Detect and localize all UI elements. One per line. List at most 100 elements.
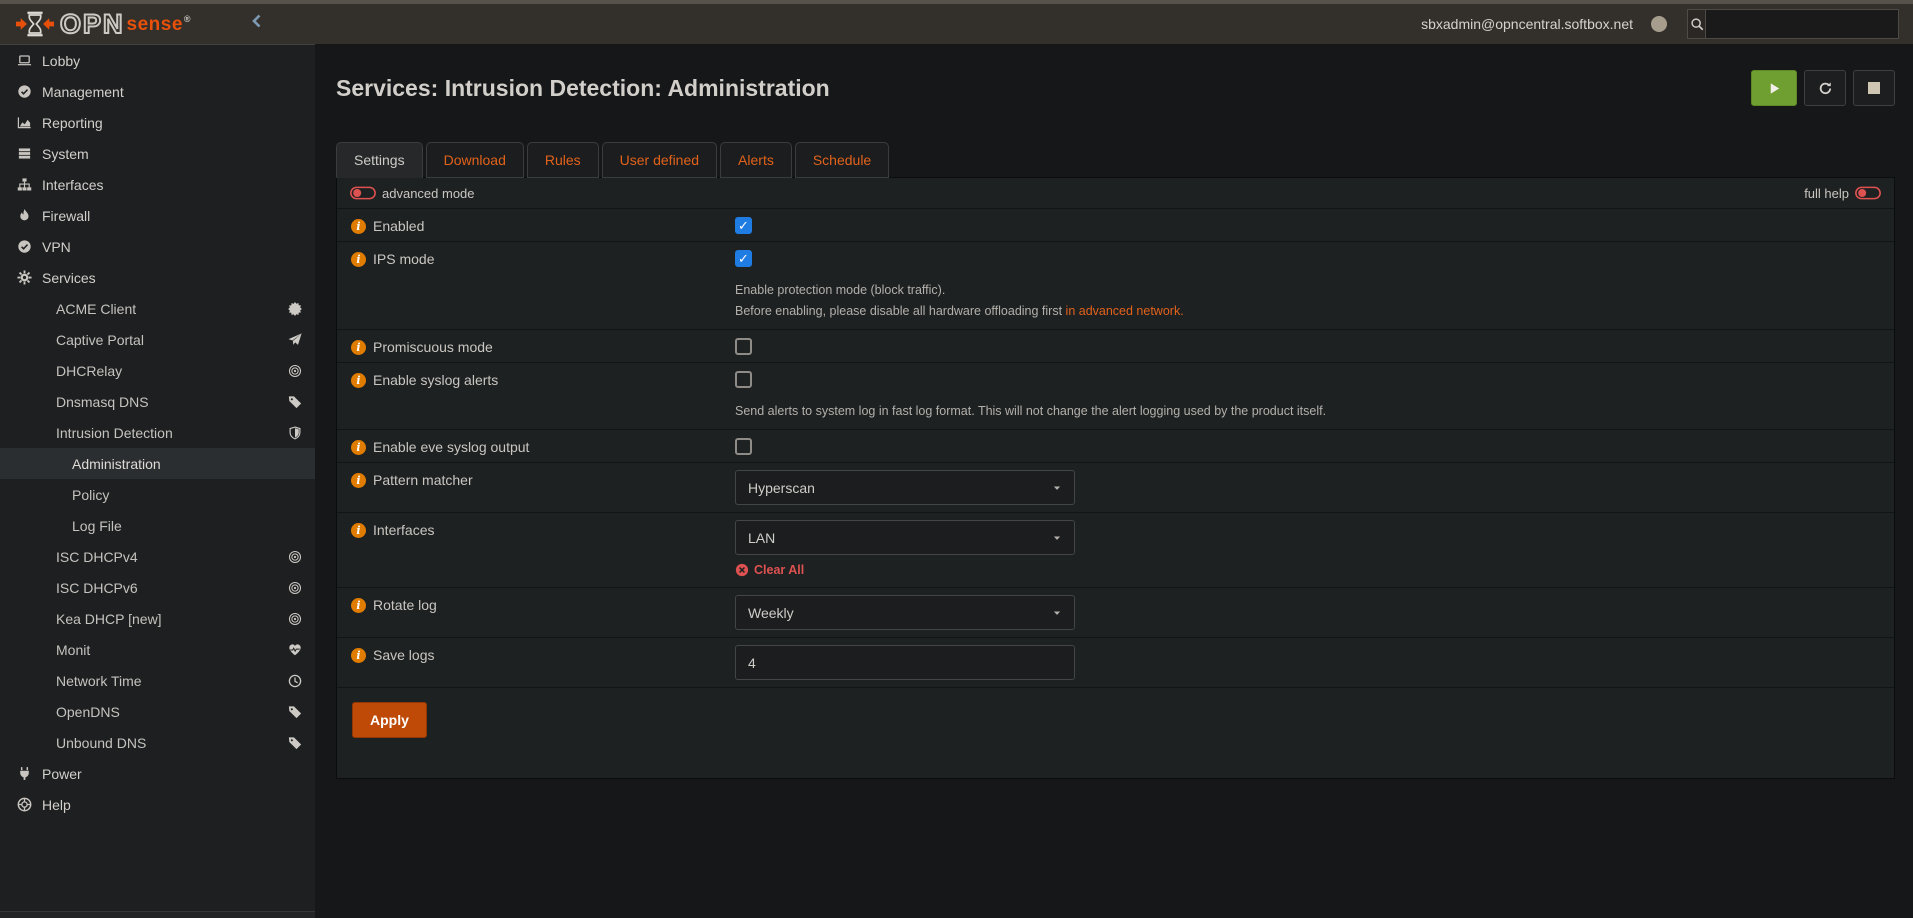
tab-rules[interactable]: Rules [527,142,599,178]
sidebar-item-power[interactable]: Power [0,758,315,789]
clear-all-link[interactable]: Clear All [735,563,804,577]
sidebar-item-kea-dhcp-new[interactable]: Kea DHCP [new] [0,603,315,634]
sidebar-item-isc-dhcpv4[interactable]: ISC DHCPv4 [0,541,315,572]
sidebar-item-dnsmasq-dns[interactable]: Dnsmasq DNS [0,386,315,417]
server-icon [15,146,33,162]
enable-eve-syslog-output-checkbox[interactable] [735,438,752,455]
caret-down-icon [1052,533,1062,543]
sidebar-item-unbound-dns[interactable]: Unbound DNS [0,727,315,758]
sidebar-item-label: DHCRelay [56,363,122,379]
circle-check-icon [15,239,33,255]
info-icon: i [351,648,366,663]
sidebar-item-firewall[interactable]: Firewall [0,200,315,231]
tab-alerts[interactable]: Alerts [720,142,792,178]
sidebar-item-label: Intrusion Detection [56,425,173,441]
search-input[interactable] [1706,10,1898,38]
sidebar-item-lobby[interactable]: Lobby [0,45,315,76]
main-content: Services: Intrusion Detection: Administr… [315,44,1913,918]
sidebar-item-vpn[interactable]: VPN [0,231,315,262]
sidebar-item-label: Log File [72,518,122,534]
advanced-mode-label: advanced mode [382,186,475,201]
info-icon: i [351,340,366,355]
help-text: Enable protection mode (block traffic). [735,280,1355,301]
plug-icon [15,766,33,782]
form-row-promiscuous-mode: iPromiscuous mode [337,330,1894,363]
advanced-network-link[interactable]: in advanced network. [1066,304,1184,318]
sidebar-item-system[interactable]: System [0,138,315,169]
heartbeat-icon [287,642,303,658]
sidebar-item-opendns[interactable]: OpenDNS [0,696,315,727]
tab-user-defined[interactable]: User defined [602,142,717,178]
sidebar-item-label: Power [42,766,82,782]
sidebar-item-label: Services [42,270,96,286]
promiscuous-mode-checkbox[interactable] [735,338,752,355]
save-logs-input[interactable] [735,645,1075,680]
tab-bar: SettingsDownloadRulesUser definedAlertsS… [336,142,1895,177]
sidebar: LobbyManagementReportingSystemInterfaces… [0,44,315,918]
apply-button[interactable]: Apply [352,702,427,738]
field-label: Enable eve syslog output [373,439,529,455]
tab-schedule[interactable]: Schedule [795,142,889,178]
sidebar-item-acme-client[interactable]: ACME Client [0,293,315,324]
form-row-ips-mode: iIPS mode✓Enable protection mode (block … [337,242,1894,330]
restart-service-button[interactable] [1804,70,1846,106]
bullseye-icon [287,363,303,379]
sidebar-item-captive-portal[interactable]: Captive Portal [0,324,315,355]
fire-icon [15,208,33,224]
help-text: Send alerts to system log in fast log fo… [735,401,1355,422]
info-icon: i [351,252,366,267]
refresh-icon [1818,81,1833,96]
selected-value: Hyperscan [748,480,815,496]
circle-x-icon [735,563,749,577]
form-row-pattern-matcher: iPattern matcherHyperscan [337,463,1894,513]
ips-mode-checkbox[interactable]: ✓ [735,250,752,267]
full-help-toggle[interactable]: full help [1804,186,1881,201]
selected-value: LAN [748,530,775,546]
sidebar-item-label: ISC DHCPv4 [56,549,138,565]
enabled-checkbox[interactable]: ✓ [735,217,752,234]
stop-service-button[interactable] [1853,70,1895,106]
sidebar-item-label: Unbound DNS [56,735,146,751]
area-chart-icon [15,115,33,131]
rotate-log-select[interactable]: Weekly [735,595,1075,630]
tag-icon [287,704,303,720]
sidebar-item-interfaces[interactable]: Interfaces [0,169,315,200]
sidebar-item-dhcrelay[interactable]: DHCRelay [0,355,315,386]
sidebar-item-label: Policy [72,487,109,503]
info-icon: i [351,440,366,455]
sidebar-item-management[interactable]: Management [0,76,315,107]
interfaces-select[interactable]: LAN [735,520,1075,555]
form-row-rotate-log: iRotate logWeekly [337,588,1894,638]
tab-download[interactable]: Download [426,142,524,178]
pattern-matcher-select[interactable]: Hyperscan [735,470,1075,505]
info-icon: i [351,373,366,388]
full-help-label: full help [1804,186,1849,201]
sidebar-item-network-time[interactable]: Network Time [0,665,315,696]
tab-settings[interactable]: Settings [336,142,423,178]
sidebar-item-monit[interactable]: Monit [0,634,315,665]
start-service-button[interactable] [1751,70,1797,106]
sidebar-item-label: ACME Client [56,301,136,317]
enable-syslog-alerts-checkbox[interactable] [735,371,752,388]
form-row-enable-eve-syslog-output: i Enable eve syslog output [337,430,1894,463]
sidebar-item-isc-dhcpv6[interactable]: ISC DHCPv6 [0,572,315,603]
sidebar-item-log-file[interactable]: Log File [0,510,315,541]
field-label: Save logs [373,647,434,663]
sidebar-item-label: VPN [42,239,71,255]
sidebar-item-services[interactable]: Services [0,262,315,293]
service-action-buttons [1751,70,1895,106]
sidebar-item-policy[interactable]: Policy [0,479,315,510]
collapse-sidebar-chevron-left-icon[interactable] [249,13,271,35]
caret-down-icon [1052,608,1062,618]
sidebar-item-intrusion-detection[interactable]: Intrusion Detection [0,417,315,448]
sidebar-item-label: ISC DHCPv6 [56,580,138,596]
search-icon[interactable] [1688,10,1706,38]
info-icon: i [351,219,366,234]
sidebar-item-reporting[interactable]: Reporting [0,107,315,138]
brand-text-sense: sense® [127,15,192,34]
sidebar-item-label: Network Time [56,673,142,689]
sidebar-item-help[interactable]: Help [0,789,315,820]
advanced-mode-toggle[interactable]: advanced mode [350,186,475,201]
sidebar-item-administration[interactable]: Administration [0,448,315,479]
user-email-link[interactable]: sbxadmin@opncentral.softbox.net [1421,16,1633,32]
